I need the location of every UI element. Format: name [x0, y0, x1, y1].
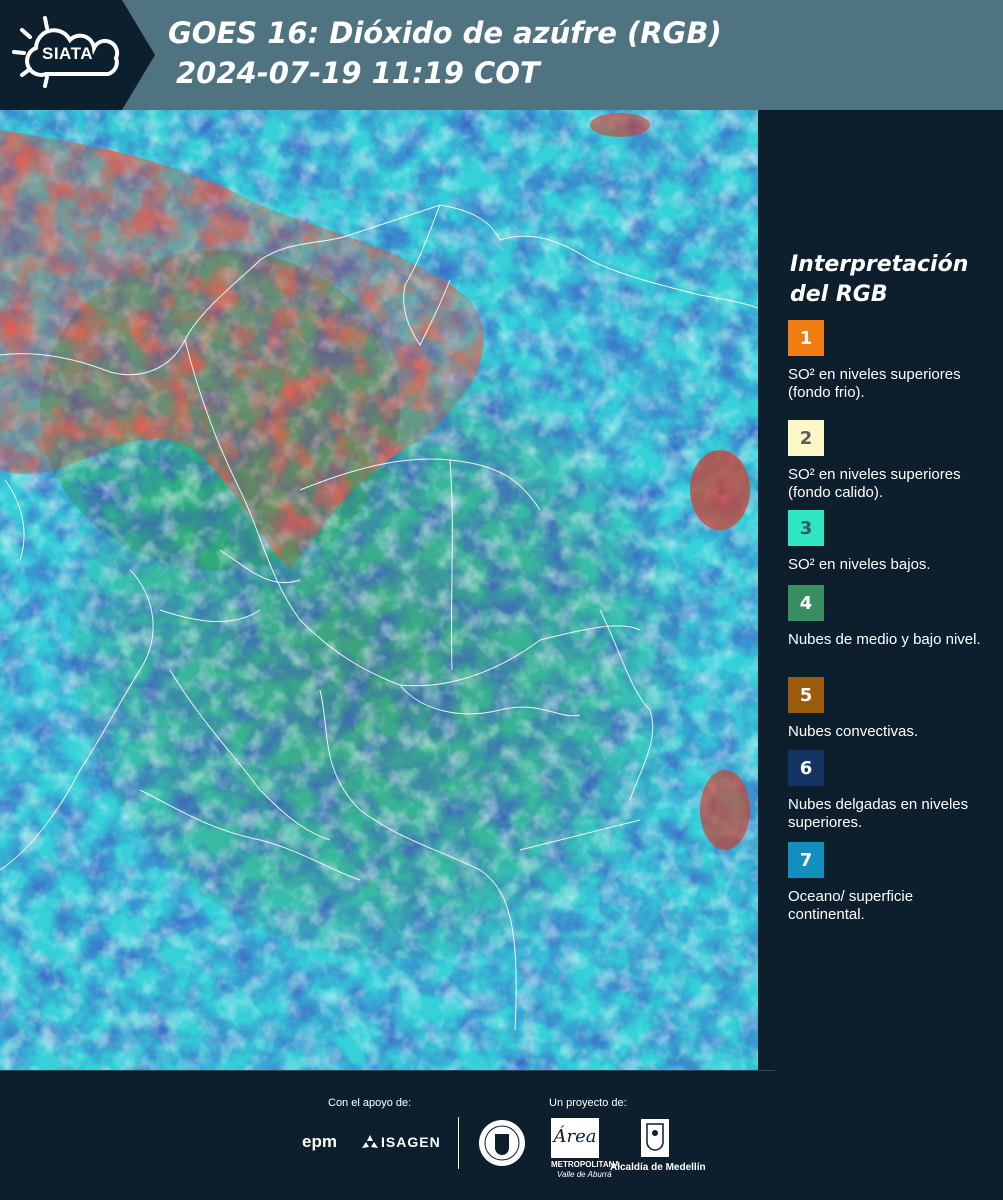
- legend-number: 1: [799, 327, 813, 349]
- legend-item-5: 5 Nubes convectivas.: [788, 677, 993, 741]
- footer-divider: [458, 1117, 459, 1169]
- legend-label: SO² en niveles bajos.: [788, 556, 931, 573]
- legend-label: SO² en niveles superiores (fondo calido)…: [788, 466, 961, 501]
- legend-number: 3: [799, 517, 813, 539]
- legend-swatch: 5: [788, 677, 824, 713]
- satellite-map[interactable]: [0, 110, 758, 1070]
- epm-logo: epm: [302, 1132, 337, 1151]
- medellin-shield-icon: [641, 1119, 669, 1157]
- header-bar: SIATA GOES 16: Dióxido de azúfre (RGB) 2…: [0, 0, 1003, 110]
- siata-logo: SIATA: [0, 0, 155, 110]
- area-caption-2: Valle de Aburrá: [557, 1170, 612, 1179]
- satellite-image: [0, 110, 758, 1070]
- legend-label: Nubes convectivas.: [788, 723, 919, 740]
- legend-item-3: 3 SO² en niveles bajos.: [788, 510, 993, 574]
- legend-swatch: 3: [788, 510, 824, 546]
- project-label: Un proyecto de:: [549, 1097, 627, 1109]
- legend-number: 7: [799, 849, 813, 871]
- legend-label: SO² en niveles superiores (fondo frio).: [788, 366, 961, 401]
- logo-text: SIATA: [42, 44, 93, 63]
- legend-swatch: 6: [788, 750, 824, 786]
- legend-number: 2: [799, 427, 813, 449]
- medellin-caption: Alcaldía de Medellín: [610, 1162, 706, 1173]
- legend-item-6: 6 Nubes delgadas en niveles superiores.: [788, 750, 993, 832]
- legend-swatch: 4: [788, 585, 824, 621]
- legend-swatch: 2: [788, 420, 824, 456]
- university-seal-icon: [479, 1120, 525, 1166]
- legend-label: Nubes delgadas en niveles superiores.: [788, 796, 969, 831]
- legend-number: 5: [799, 684, 813, 706]
- isagen-logo: ISAGEN: [381, 1134, 441, 1150]
- legend-number: 4: [799, 592, 813, 614]
- legend-panel: Interpretación del RGB 1 SO² en niveles …: [758, 110, 1003, 1070]
- page-timestamp: 2024-07-19 11:19 COT: [176, 56, 540, 90]
- footer: Con el apoyo de: Un proyecto de: epm ISA…: [0, 1070, 1003, 1200]
- legend-label: Oceano/ superficie continental.: [788, 888, 914, 923]
- page-title: GOES 16: Dióxido de azúfre (RGB): [168, 16, 722, 50]
- legend-item-4: 4 Nubes de medio y bajo nivel.: [788, 585, 993, 649]
- legend-item-1: 1 SO² en niveles superiores (fondo frio)…: [788, 320, 993, 402]
- legend-number: 6: [799, 757, 813, 779]
- legend-swatch: 7: [788, 842, 824, 878]
- legend-swatch: 1: [788, 320, 824, 356]
- area-script: Área: [553, 1126, 597, 1147]
- footer-rule: [0, 1070, 775, 1071]
- legend-item-7: 7 Oceano/ superficie continental.: [788, 842, 993, 924]
- area-metropolitana-logo: Área: [551, 1118, 599, 1158]
- legend-item-2: 2 SO² en niveles superiores (fondo calid…: [788, 420, 993, 502]
- legend-title: Interpretación del RGB: [790, 252, 969, 307]
- isagen-logo-icon: [362, 1135, 378, 1148]
- legend-label: Nubes de medio y bajo nivel.: [788, 631, 981, 648]
- support-label: Con el apoyo de:: [328, 1097, 412, 1109]
